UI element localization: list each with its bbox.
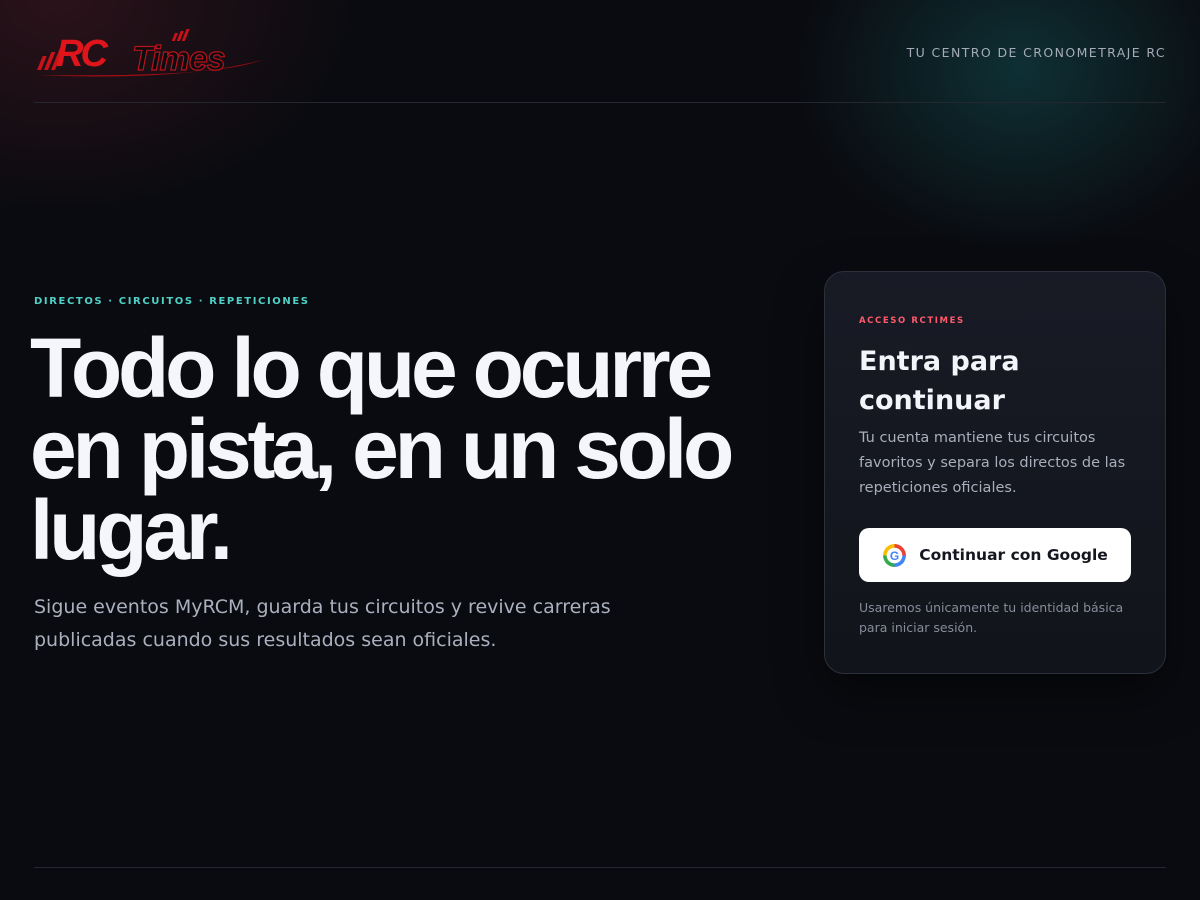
login-card-description: Tu cuenta mantiene tus circuitos favorit… bbox=[859, 430, 1126, 496]
footer-divider bbox=[34, 867, 1166, 868]
google-g-icon: G bbox=[882, 542, 908, 568]
hero-eyebrow: DIRECTOS · CIRCUITOS · REPETICIONES bbox=[34, 296, 310, 307]
login-card: ACCESO RCTIMES Entra para continuar Tu c… bbox=[824, 271, 1166, 674]
hero-headline: Todo lo que ocurre en pista, en un solo … bbox=[30, 321, 734, 577]
site-header: RC Times TU CENTRO DE CRONOMETRAJE RC bbox=[34, 0, 1166, 103]
login-card-note: Usaremos únicamente tu identidad básica … bbox=[859, 600, 1124, 635]
svg-text:Times: Times bbox=[132, 40, 225, 78]
login-card-eyebrow: ACCESO RCTIMES bbox=[859, 316, 965, 326]
login-card-title: Entra para continuar bbox=[859, 346, 1020, 416]
rctimes-logo[interactable]: RC Times bbox=[34, 28, 276, 80]
svg-text:RC: RC bbox=[56, 33, 108, 75]
hero-subhead: Sigue eventos MyRCM, guarda tus circuito… bbox=[34, 596, 611, 651]
google-signin-button[interactable]: G Continuar con Google bbox=[859, 528, 1131, 582]
header-tagline: TU CENTRO DE CRONOMETRAJE RC bbox=[906, 45, 1166, 60]
google-signin-label: Continuar con Google bbox=[919, 546, 1108, 564]
svg-text:G: G bbox=[890, 548, 899, 562]
